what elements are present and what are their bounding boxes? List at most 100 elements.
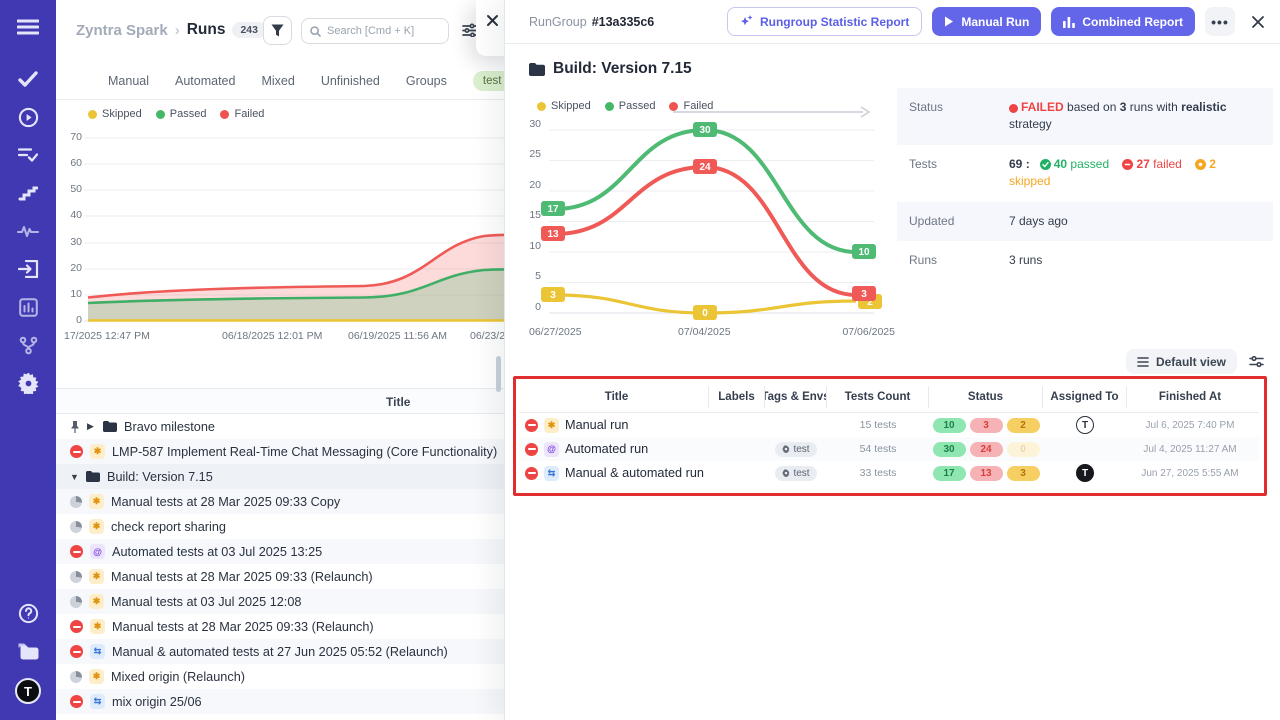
run-title: Automated tests at 03 Jul 2025 13:25 — [112, 545, 322, 559]
import-icon[interactable] — [0, 250, 56, 288]
gear-icon[interactable] — [0, 364, 56, 402]
run-title: Manual tests at 28 Mar 2025 09:33 Copy — [111, 495, 340, 509]
steps-icon[interactable] — [0, 174, 56, 212]
list-item-run[interactable]: ✱ Manual tests at 03 Jul 2025 12:08 — [56, 589, 504, 614]
point-label: 17 — [547, 204, 559, 215]
check-icon[interactable] — [0, 60, 56, 98]
list-item-run[interactable]: ✱ check report sharing — [56, 514, 504, 539]
col-tags-envs[interactable]: Tags & Envs — [765, 386, 827, 408]
search-box[interactable] — [301, 18, 449, 44]
run-title: Manual & automated tests at 27 Jun 2025 … — [112, 645, 448, 659]
table-row-mixed-run[interactable]: ⇆ Manual & automated run test 33 tests 1… — [519, 461, 1259, 485]
list-item-run[interactable]: ⇆ Manual & automated tests at 27 Jun 202… — [56, 639, 504, 664]
manual-run-button[interactable]: Manual Run — [932, 7, 1041, 36]
menu-icon[interactable] — [0, 8, 56, 46]
detail-label: Tests — [909, 156, 1009, 191]
failed-status-icon — [525, 443, 538, 456]
list-item-run[interactable]: ✱ LMP-587 Implement Real-Time Chat Messa… — [56, 439, 504, 464]
title-column-header: Title — [386, 395, 410, 409]
failed-status-icon — [70, 545, 83, 558]
bar-chart-icon[interactable] — [0, 288, 56, 326]
caret-down-icon[interactable]: ▼ — [70, 472, 79, 482]
detail-row-runs: Runs 3 runs — [897, 241, 1273, 280]
x-label: 06/19/2025 11:56 AM — [348, 330, 447, 342]
close-icon[interactable] — [486, 14, 499, 27]
list-item-group-open[interactable]: ▼ Build: Version 7.15 — [56, 464, 504, 489]
detail-label: Runs — [909, 252, 1009, 269]
activity-icon[interactable] — [0, 212, 56, 250]
column-settings-icon[interactable] — [1249, 355, 1264, 368]
col-finished-at[interactable]: Finished At — [1127, 386, 1253, 408]
col-title[interactable]: Title — [519, 386, 709, 408]
tests-count: 15 tests — [827, 419, 929, 431]
detail-label: Status — [909, 99, 1009, 134]
tab-automated[interactable]: Automated — [175, 74, 235, 88]
table-row-automated-run[interactable]: @ Automated run test 54 tests 30 24 0 Ju… — [519, 437, 1259, 461]
col-tests-count[interactable]: Tests Count — [827, 386, 929, 408]
y-tick: 5 — [515, 270, 541, 282]
bar-chart-icon — [1063, 16, 1075, 28]
table-header: Title Labels Tags & Envs Tests Count Sta… — [519, 382, 1259, 413]
area-chart-legend: Skipped Passed Failed — [88, 108, 264, 120]
list-item-run[interactable]: ✱ Manual tests at 28 Mar 2025 09:33 (Rel… — [56, 564, 504, 589]
point-label: 3 — [861, 289, 867, 300]
runs-value: 3 runs — [1009, 252, 1042, 269]
filter-button[interactable] — [263, 16, 292, 45]
run-title: Mixed origin (Relaunch) — [111, 670, 245, 684]
col-status[interactable]: Status — [929, 386, 1043, 408]
automated-run-icon: @ — [90, 544, 105, 559]
adjustments-icon[interactable] — [462, 23, 477, 42]
runs-count-badge: 243 — [232, 22, 266, 38]
assignee-avatar[interactable]: T — [1076, 464, 1094, 482]
run-title: Build: Version 7.15 — [107, 470, 213, 484]
tab-mixed[interactable]: Mixed — [261, 74, 294, 88]
scrollbar-thumb[interactable] — [496, 356, 501, 392]
breadcrumb-project[interactable]: Zyntra Spark — [76, 22, 168, 39]
list-item-run[interactable]: ✱ Manual tests at 28 Mar 2025 09:33 (Rel… — [56, 614, 504, 639]
table-row-manual-run[interactable]: ✱ Manual run 15 tests 10 3 2 T Jul 6, 20… — [519, 413, 1259, 437]
close-icon[interactable] — [1251, 15, 1265, 29]
y-tick: 30 — [515, 118, 541, 130]
tab-groups[interactable]: Groups — [406, 74, 447, 88]
combined-report-button[interactable]: Combined Report — [1051, 7, 1195, 36]
caret-right-icon[interactable]: ▶ — [87, 421, 96, 432]
assignee-avatar[interactable]: T — [1076, 416, 1094, 434]
tests-count: 54 tests — [827, 443, 929, 455]
skipped-badge: 2 — [1007, 418, 1040, 433]
help-icon[interactable] — [0, 594, 56, 632]
line-chart: 3 0 2 13 24 3 17 30 10 — [549, 122, 879, 322]
list-item-run[interactable]: ✱ Manual tests at 28 Mar 2025 09:33 Copy — [56, 489, 504, 514]
list-item-run[interactable]: ✱ Mixed origin (Relaunch) — [56, 664, 504, 689]
mixed-run-icon: ⇆ — [90, 644, 105, 659]
play-circle-icon[interactable] — [0, 98, 56, 136]
mixed-run-icon: ⇆ — [544, 466, 559, 481]
search-input[interactable] — [327, 25, 437, 37]
list-check-icon[interactable] — [0, 136, 56, 174]
tab-unfinished[interactable]: Unfinished — [321, 74, 380, 88]
runs-table: Title Labels Tags & Envs Tests Count Sta… — [519, 382, 1259, 485]
tag-pill[interactable]: test — [775, 442, 816, 457]
gear-icon — [782, 469, 790, 477]
list-item-milestone[interactable]: ▶ Bravo milestone — [56, 414, 504, 439]
partial-status-icon — [70, 671, 82, 683]
run-title: mix origin 25/06 — [112, 695, 202, 709]
fork-icon[interactable] — [0, 326, 56, 364]
tab-manual[interactable]: Manual — [108, 74, 149, 88]
run-title: Automated run — [565, 442, 648, 456]
run-title: LMP-587 Implement Real-Time Chat Messagi… — [112, 445, 497, 459]
drawer-topbar: RunGroup #13a335c6 Rungroup Statistic Re… — [505, 0, 1280, 44]
list-item-run[interactable]: ⇆ mix origin 25/06 — [56, 689, 504, 714]
default-view-button[interactable]: Default view — [1126, 349, 1237, 374]
rungroup-title: Build: Version 7.15 — [529, 60, 692, 78]
rungroup-statistic-report-button[interactable]: Rungroup Statistic Report — [727, 7, 922, 36]
skipped-dot-icon — [537, 102, 546, 111]
tag-pill[interactable]: test — [775, 466, 816, 481]
col-labels[interactable]: Labels — [709, 386, 765, 408]
list-item-run[interactable]: @ Automated tests at 03 Jul 2025 13:25 — [56, 539, 504, 564]
more-options-button[interactable]: ••• — [1205, 7, 1235, 36]
passed-badge: 10 — [933, 418, 966, 433]
user-avatar[interactable]: T — [15, 678, 41, 704]
skipped-badge: 3 — [1007, 466, 1040, 481]
col-assigned-to[interactable]: Assigned To — [1043, 386, 1127, 408]
folder-icon[interactable] — [0, 632, 56, 670]
